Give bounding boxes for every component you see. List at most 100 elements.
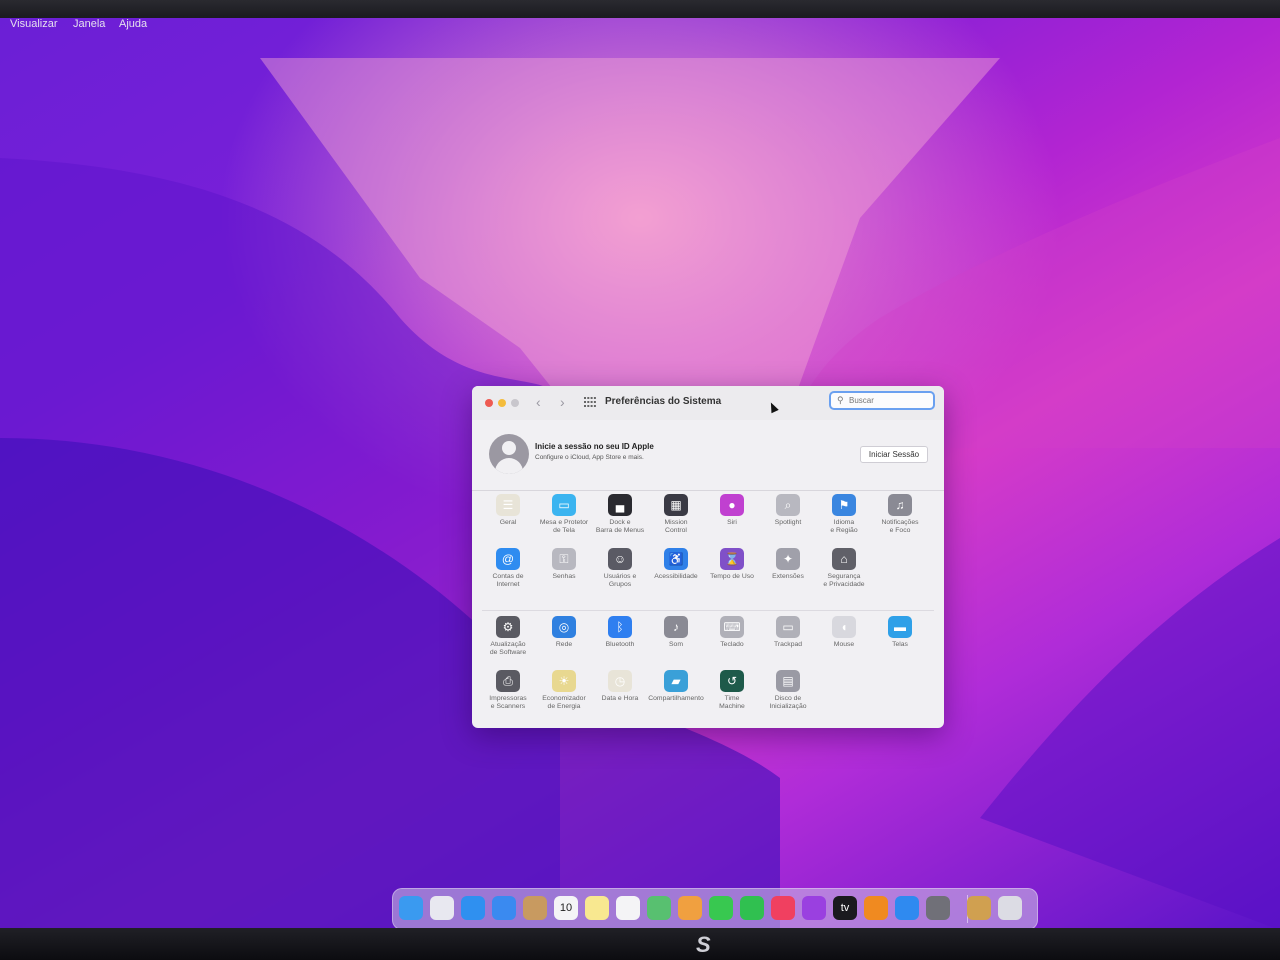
pref-item[interactable]: ✦ Extensões — [760, 548, 816, 581]
bluetooth-icon: ᛒ — [608, 616, 632, 638]
pref-label: Mouse — [833, 641, 855, 648]
pref-label: Mesa e Protetor de Tela — [539, 519, 589, 534]
pref-item[interactable]: ▤ Disco de Inicialização — [760, 670, 816, 711]
dock-icon: ▄ — [608, 494, 632, 516]
pref-label: Tempo de Uso — [710, 573, 754, 580]
pref-item[interactable]: ▭ Mesa e Protetor de Tela — [536, 494, 592, 535]
pref-label: Idioma e Região — [830, 519, 858, 534]
photos-icon[interactable] — [678, 896, 702, 920]
pref-label: Economizador de Energia — [542, 695, 586, 710]
pref-label: Siri — [727, 519, 737, 526]
lightbulb-icon: ☀ — [552, 670, 576, 692]
pref-item[interactable]: ♪ Som — [648, 616, 704, 649]
accessibility-icon: ♿ — [664, 548, 688, 570]
contacts-icon[interactable] — [523, 896, 547, 920]
mail-icon[interactable] — [492, 896, 516, 920]
pref-item[interactable]: ♫ Notificações e Foco — [872, 494, 928, 535]
books-icon[interactable] — [864, 896, 888, 920]
pref-item[interactable]: ▄ Dock e Barra de Menus — [592, 494, 648, 535]
app-store-icon[interactable] — [895, 896, 919, 920]
pref-item[interactable]: ▬ Telas — [872, 616, 928, 649]
globe-flag-icon: ⚑ — [832, 494, 856, 516]
desktop-icon: ▭ — [552, 494, 576, 516]
close-button[interactable] — [485, 399, 493, 407]
menu-janela[interactable]: Janela — [73, 18, 105, 30]
pref-item[interactable]: ⌂ Segurança e Privacidade — [816, 548, 872, 589]
pref-item[interactable]: ● Siri — [704, 494, 760, 527]
menu-ajuda[interactable]: Ajuda — [119, 18, 147, 30]
spotlight-icon: ⌕ — [776, 494, 800, 516]
printer-icon: ⎙ — [496, 670, 520, 692]
maps-icon[interactable] — [647, 896, 671, 920]
safari-icon[interactable] — [461, 896, 485, 920]
apple-id-section: Inicie a sessão no seu ID Apple Configur… — [472, 420, 944, 491]
sign-in-button[interactable]: Iniciar Sessão — [860, 446, 928, 463]
pref-item[interactable]: ◷ Data e Hora — [592, 670, 648, 703]
pref-item[interactable]: ⌕ Spotlight — [760, 494, 816, 527]
finder-icon[interactable] — [399, 896, 423, 920]
downloads-icon[interactable] — [967, 896, 991, 920]
pref-item[interactable]: ▰ Compartilhamento — [648, 670, 704, 703]
pref-label: Bluetooth — [605, 641, 635, 648]
pref-item[interactable]: ⚿ Senhas — [536, 548, 592, 581]
pref-item[interactable]: ☺ Usuários e Grupos — [592, 548, 648, 589]
network-globe-icon: ◎ — [552, 616, 576, 638]
house-lock-icon: ⌂ — [832, 548, 856, 570]
podcasts-icon[interactable] — [802, 896, 826, 920]
pref-item[interactable]: ↺ Time Machine — [704, 670, 760, 711]
pref-item[interactable]: ⚙ Atualização de Software — [480, 616, 536, 657]
music-icon[interactable] — [771, 896, 795, 920]
search-field[interactable]: ⚲ — [829, 391, 935, 410]
pref-item[interactable]: ☰ Geral — [480, 494, 536, 527]
pref-item[interactable]: ▦ Mission Control — [648, 494, 704, 535]
menu-bar: Visualizar Janela Ajuda — [0, 14, 1280, 36]
pref-item[interactable]: ⎙ Impressoras e Scanners — [480, 670, 536, 711]
keyboard-icon: ⌨ — [720, 616, 744, 638]
minimize-button[interactable] — [498, 399, 506, 407]
speaker-icon: ♪ — [664, 616, 688, 638]
window-title: Preferências do Sistema — [605, 396, 722, 407]
pref-label: Usuários e Grupos — [603, 573, 637, 588]
pref-label: Extensões — [772, 573, 804, 580]
pref-label: Data e Hora — [601, 695, 639, 702]
forward-arrow-icon[interactable]: › — [560, 394, 565, 410]
pref-item[interactable]: ◖ Mouse — [816, 616, 872, 649]
pref-item[interactable]: @ Contas de Internet — [480, 548, 536, 589]
display-icon: ▬ — [888, 616, 912, 638]
pref-item[interactable]: ▭ Trackpad — [760, 616, 816, 649]
notes-icon[interactable] — [585, 896, 609, 920]
pref-item[interactable]: ⌨ Teclado — [704, 616, 760, 649]
general-icon: ☰ — [496, 494, 520, 516]
trash-icon[interactable] — [998, 896, 1022, 920]
at-icon: @ — [496, 548, 520, 570]
show-all-grid-icon[interactable] — [584, 397, 596, 407]
pref-label: Dock e Barra de Menus — [595, 519, 645, 534]
pref-label: Notificações e Foco — [881, 519, 919, 534]
pref-item[interactable]: ⚑ Idioma e Região — [816, 494, 872, 535]
divider — [482, 610, 934, 611]
facetime-icon[interactable] — [740, 896, 764, 920]
calendar-icon[interactable]: 10 — [554, 896, 578, 920]
messages-icon[interactable] — [709, 896, 733, 920]
pref-label: Atualização de Software — [489, 641, 527, 656]
pref-item[interactable]: ☀ Economizador de Energia — [536, 670, 592, 711]
pref-item[interactable]: ᛒ Bluetooth — [592, 616, 648, 649]
zoom-button[interactable] — [511, 399, 519, 407]
tv-icon[interactable]: tv — [833, 896, 857, 920]
pref-item[interactable]: ◎ Rede — [536, 616, 592, 649]
pref-item[interactable]: ♿ Acessibilidade — [648, 548, 704, 581]
bell-icon: ♫ — [888, 494, 912, 516]
launchpad-icon[interactable] — [430, 896, 454, 920]
trackpad-icon: ▭ — [776, 616, 800, 638]
clock-icon: ◷ — [608, 670, 632, 692]
system-preferences-icon[interactable] — [926, 896, 950, 920]
mouse-icon: ◖ — [832, 616, 856, 638]
disk-icon: ▤ — [776, 670, 800, 692]
back-arrow-icon[interactable]: ‹ — [536, 394, 541, 410]
reminders-icon[interactable] — [616, 896, 640, 920]
pref-label: Rede — [555, 641, 573, 648]
pref-item[interactable]: ⌛ Tempo de Uso — [704, 548, 760, 581]
pref-label: Telas — [892, 641, 908, 648]
search-input[interactable] — [849, 394, 929, 407]
menu-visualizar[interactable]: Visualizar — [10, 18, 58, 30]
